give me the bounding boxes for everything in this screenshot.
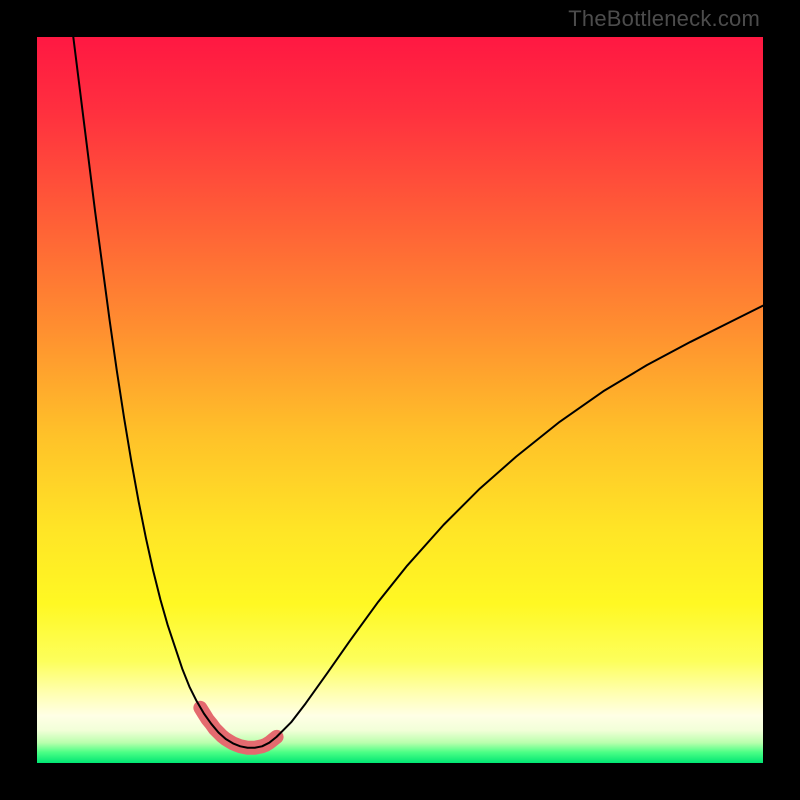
plot-area bbox=[37, 37, 763, 763]
watermark-text: TheBottleneck.com bbox=[568, 6, 760, 32]
bottleneck-curve bbox=[73, 37, 763, 748]
curve-layer bbox=[37, 37, 763, 763]
valley-highlight bbox=[200, 708, 276, 748]
chart-stage: TheBottleneck.com bbox=[0, 0, 800, 800]
